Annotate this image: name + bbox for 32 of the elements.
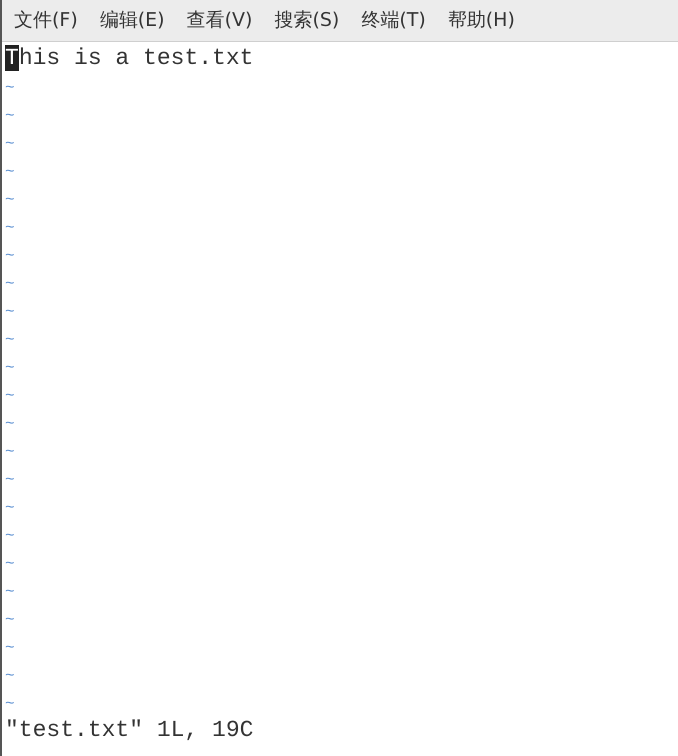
empty-line-marker: ~ xyxy=(5,443,15,461)
empty-line-marker: ~ xyxy=(5,79,15,97)
empty-line-marker: ~ xyxy=(5,555,15,573)
cursor-character: T xyxy=(5,45,19,71)
empty-line-marker: ~ xyxy=(5,415,15,433)
empty-line-marker: ~ xyxy=(5,107,15,125)
empty-line-marker: ~ xyxy=(5,695,15,713)
empty-line-marker: ~ xyxy=(5,275,15,293)
empty-line-marker: ~ xyxy=(5,611,15,629)
empty-line-marker: ~ xyxy=(5,359,15,377)
empty-line-marker: ~ xyxy=(5,583,15,601)
empty-line-marker: ~ xyxy=(5,527,15,545)
empty-line-marker: ~ xyxy=(5,387,15,405)
status-message: "test.txt" 1L, 19C xyxy=(5,717,254,743)
menu-item[interactable]: 帮助(H) xyxy=(448,6,515,35)
menu-item[interactable]: 查看(V) xyxy=(186,6,252,35)
empty-line-marker: ~ xyxy=(5,499,15,517)
menu-item[interactable]: 搜索(S) xyxy=(274,6,340,35)
text-line: his is a test.txt xyxy=(18,45,254,71)
empty-line-marker: ~ xyxy=(5,303,15,321)
empty-line-marker: ~ xyxy=(5,667,15,685)
empty-line-marker: ~ xyxy=(5,163,15,181)
empty-line-marker: ~ xyxy=(5,247,15,265)
empty-line-marker: ~ xyxy=(5,191,15,209)
menu-item[interactable]: 编辑(E) xyxy=(100,6,165,35)
empty-line-marker: ~ xyxy=(5,639,15,657)
empty-line-marker: ~ xyxy=(5,331,15,349)
empty-line-marker: ~ xyxy=(5,135,15,153)
empty-line-marker: ~ xyxy=(5,219,15,237)
menu-item[interactable]: 文件(F) xyxy=(14,6,78,35)
empty-line-marker: ~ xyxy=(5,471,15,489)
menu-item[interactable]: 终端(T) xyxy=(361,6,426,35)
